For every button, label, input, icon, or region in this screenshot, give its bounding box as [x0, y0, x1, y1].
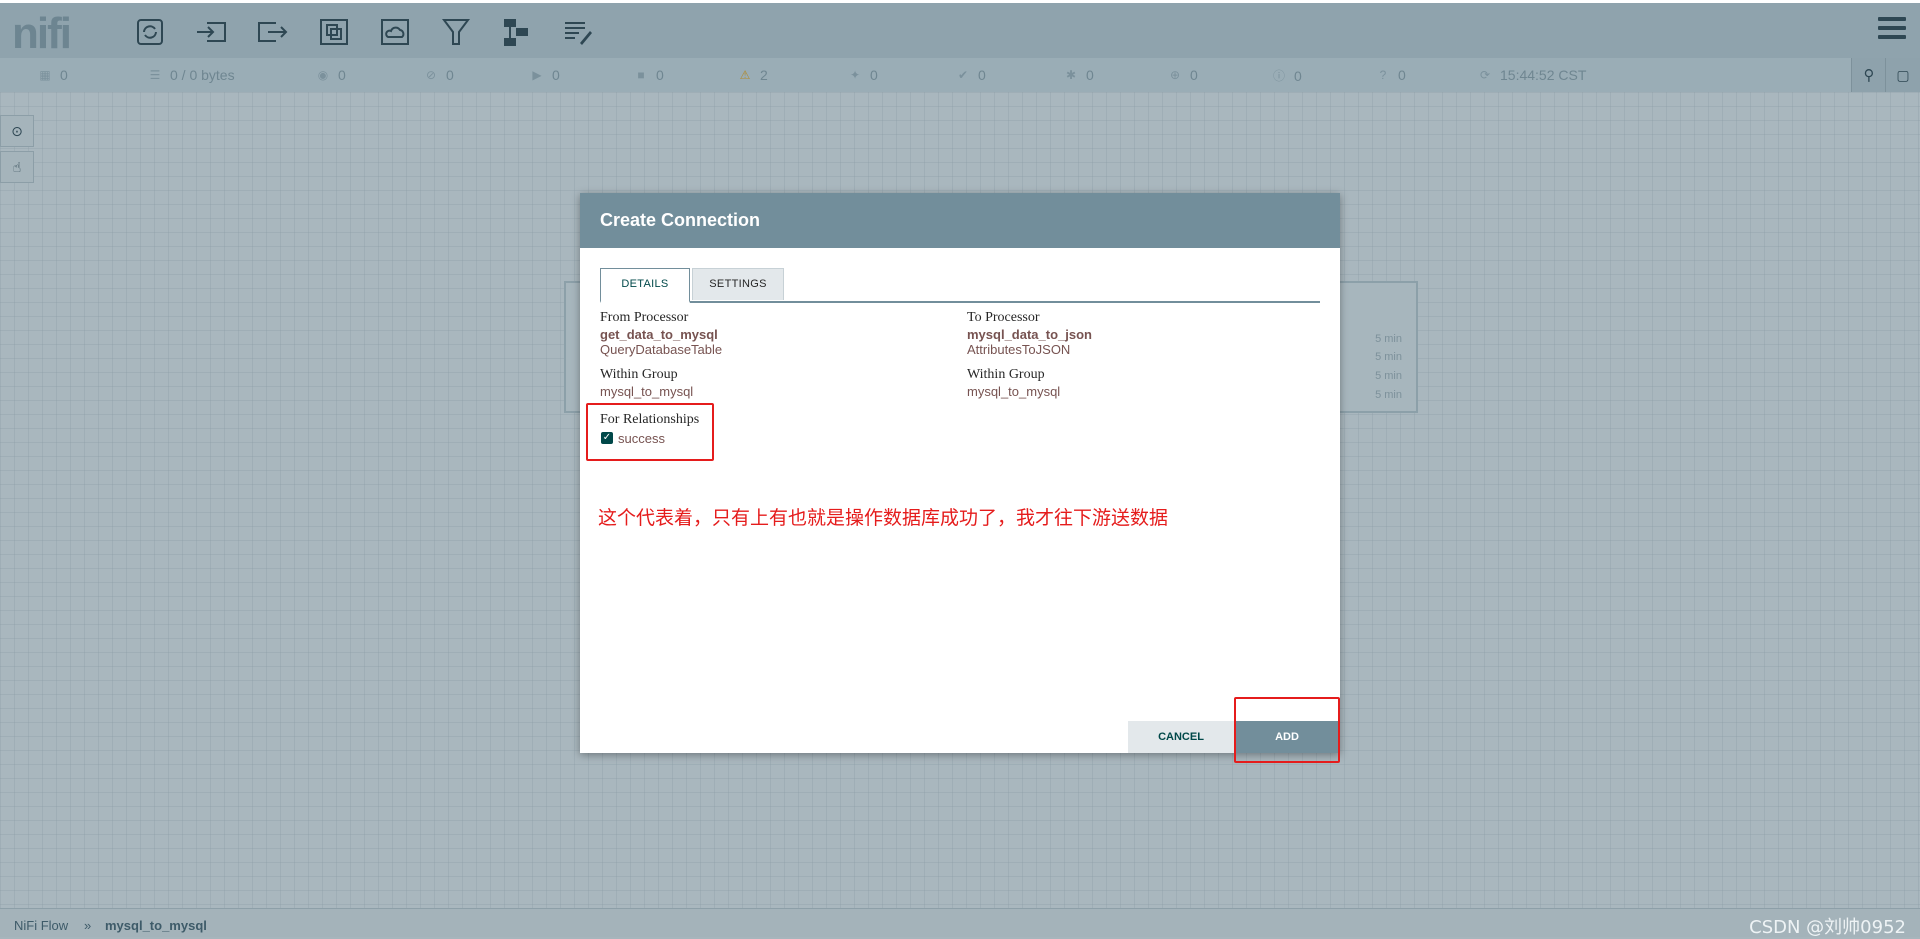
success-checkbox[interactable]: ✓	[601, 432, 613, 444]
stale-stat: ⊕ 0	[1169, 67, 1198, 83]
dialog-title: Create Connection	[580, 193, 1340, 248]
processor-stat-row: 5 min	[1375, 351, 1402, 363]
stop-icon: ■	[637, 68, 645, 82]
active-threads-stat: ▦ 0	[39, 67, 68, 83]
not-transmitting-icon: ⊘	[425, 68, 437, 82]
bulletin-icon: ▢	[1896, 66, 1910, 83]
warning-icon: ⚠	[739, 68, 751, 82]
locally-modified-stat: ✱ 0	[1065, 67, 1094, 83]
refresh-icon[interactable]: ⟳	[1478, 68, 1492, 82]
hamburger-line	[1878, 35, 1906, 39]
from-processor-name: get_data_to_mysql	[600, 327, 718, 342]
navigate-button[interactable]: ⊙	[0, 115, 34, 147]
operate-button[interactable]: ☝	[0, 151, 34, 183]
within-group-destination: mysql_to_mysql	[967, 384, 1061, 399]
play-icon: ▶	[532, 68, 542, 82]
processor-icon[interactable]	[130, 13, 170, 51]
nifi-logo: nifi	[12, 9, 72, 58]
stopped-stat: ■ 0	[634, 67, 663, 83]
search-button[interactable]: ⚲	[1851, 58, 1886, 92]
add-highlight-box	[1234, 697, 1340, 763]
queued-stat: ☰ 0 / 0 bytes	[149, 67, 235, 83]
check-icon: ✔	[957, 68, 969, 82]
breadcrumb-current: mysql_to_mysql	[105, 918, 207, 933]
disabled-icon: ✦	[849, 68, 861, 82]
template-icon[interactable]	[497, 13, 537, 51]
bulletin-board-button[interactable]: ▢	[1885, 58, 1920, 92]
to-processor-type: AttributesToJSON	[967, 342, 1071, 357]
watermark: CSDN @刘帅0952	[1749, 917, 1906, 938]
stale-icon: ⊕	[1169, 68, 1181, 82]
info-circle-icon: ⓘ	[1272, 69, 1285, 83]
asterisk-icon: ✱	[1065, 68, 1077, 82]
flow-status-bar: ▦ 0 ☰ 0 / 0 bytes ◉ 0 ⊘ 0 ▶ 0 ■ 0 ⚠ 2 ✦ 0 ✔ 0 ✱ 0 …	[0, 58, 1920, 93]
within-group-label: Within Group	[600, 367, 678, 382]
threads-icon: ▦	[39, 68, 51, 82]
to-processor-name: mysql_data_to_json	[967, 327, 1092, 342]
from-processor-label: From Processor	[600, 310, 689, 325]
input-port-icon[interactable]	[192, 13, 232, 51]
search-icon: ⚲	[1863, 67, 1875, 84]
invalid-stat: ⚠ 2	[739, 67, 768, 83]
sync-failure-stat: ? 0	[1376, 67, 1406, 83]
breadcrumb-root[interactable]: NiFi Flow	[14, 918, 68, 933]
tab-settings[interactable]: SETTINGS	[692, 268, 784, 300]
global-menu-button[interactable]	[1878, 17, 1906, 44]
transmitting-icon: ◉	[317, 68, 329, 82]
from-processor-type: QueryDatabaseTable	[600, 342, 723, 357]
top-toolbar: nifi	[0, 0, 1920, 58]
running-stat: ▶ 0	[530, 67, 559, 83]
remote-process-group-icon[interactable]	[375, 13, 415, 51]
cancel-button[interactable]: CANCEL	[1128, 721, 1234, 753]
hamburger-line	[1878, 17, 1906, 21]
relationships-label: For Relationships	[600, 412, 700, 427]
to-processor-label: To Processor	[967, 310, 1040, 325]
relationship-success-label[interactable]: success	[618, 431, 665, 446]
transmitting-stat: ◉ 0	[317, 67, 346, 83]
compass-icon: ⊙	[11, 122, 23, 139]
hamburger-line	[1878, 26, 1906, 30]
question-icon: ?	[1379, 68, 1387, 82]
dialog-tabs: DETAILS SETTINGS	[600, 268, 1320, 303]
breadcrumb-separator: »	[84, 918, 92, 933]
label-icon[interactable]	[558, 13, 598, 51]
last-refresh-stat[interactable]: ⟳ 15:44:52 CST	[1478, 67, 1586, 83]
locally-modified-stale-stat: ⓘ 0	[1272, 67, 1302, 84]
within-group-label: Within Group	[967, 367, 1045, 382]
process-group-icon[interactable]	[314, 13, 354, 51]
funnel-icon[interactable]	[436, 13, 476, 51]
processor-stat-row: 5 min	[1375, 389, 1402, 401]
within-group-source: mysql_to_mysql	[600, 384, 694, 399]
breadcrumb-bar: NiFi Flow » mysql_to_mysql CSDN @刘帅0952	[0, 908, 1920, 938]
not-transmitting-stat: ⊘ 0	[425, 67, 454, 83]
hand-pointer-icon: ☝	[12, 158, 22, 175]
up-to-date-stat: ✔ 0	[957, 67, 986, 83]
queue-list-icon: ☰	[149, 68, 161, 82]
processor-stat-row: 5 min	[1375, 333, 1402, 345]
check-icon: ✓	[602, 432, 612, 443]
processor-stat-row: 5 min	[1375, 370, 1402, 382]
tab-details[interactable]: DETAILS	[600, 268, 690, 303]
annotation-note: 这个代表着，只有上有也就是操作数据库成功了，我才往下游送数据	[598, 507, 1169, 529]
disabled-stat: ✦ 0	[849, 67, 878, 83]
create-connection-dialog: Create Connection DETAILS SETTINGS From …	[580, 193, 1340, 763]
output-port-icon[interactable]	[253, 13, 293, 51]
